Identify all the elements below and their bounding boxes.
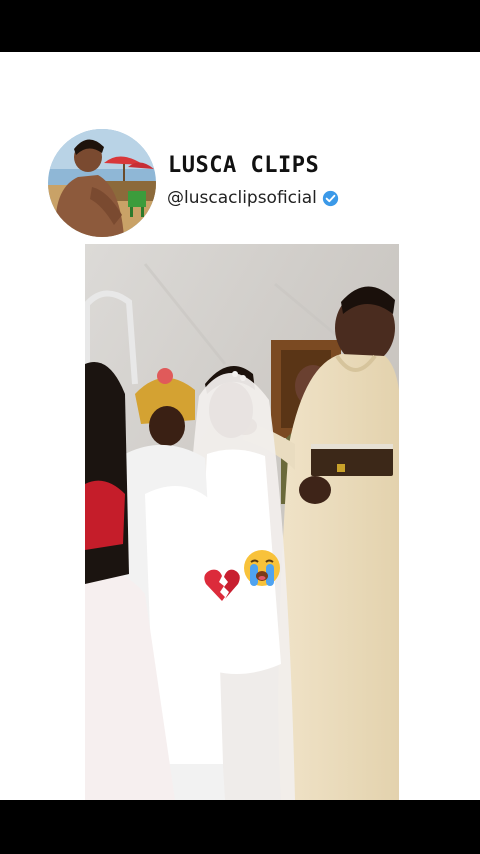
verified-check-icon [322,190,339,206]
handle-row[interactable]: @luscaclipsoficial [167,186,339,210]
broken-heart-emoji [204,569,240,601]
top-letterbox [0,0,480,52]
channel-avatar[interactable] [48,129,156,237]
channel-handle[interactable]: @luscaclipsoficial [167,188,317,208]
loudly-crying-face-emoji [244,550,280,586]
bottom-letterbox [0,800,480,854]
channel-name[interactable]: LUSCA CLIPS [168,153,319,178]
video-frame[interactable] [85,244,399,800]
